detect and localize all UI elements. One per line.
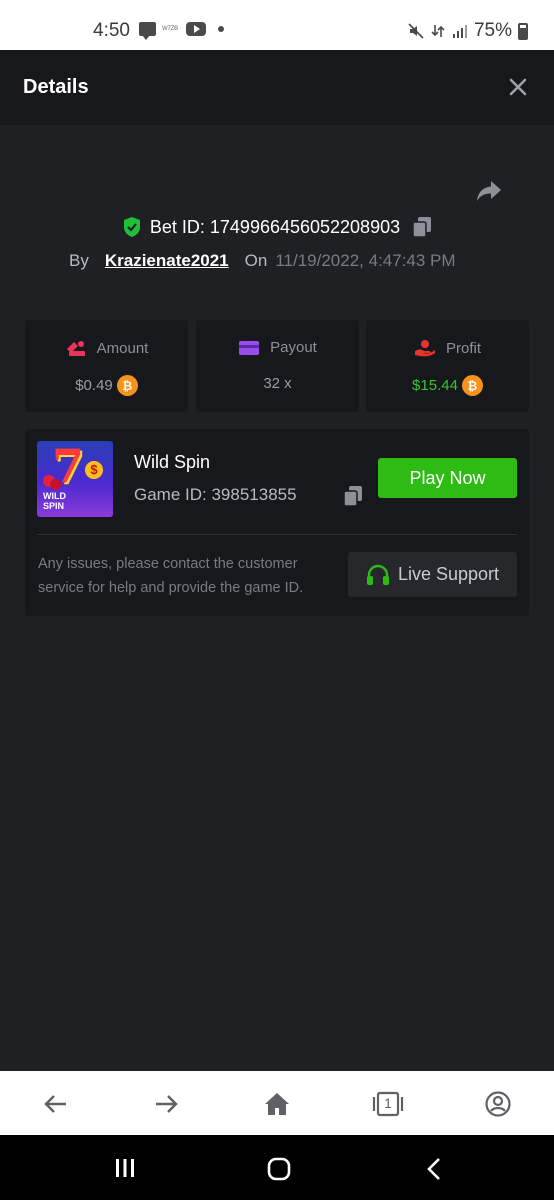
payout-value: 32 x xyxy=(263,375,292,392)
on-label: On xyxy=(244,251,268,270)
payout-card: Payout 32 x xyxy=(196,320,359,412)
profit-value-row: $15.44 ₿ xyxy=(366,375,529,396)
share-icon[interactable] xyxy=(475,178,503,204)
message-icon xyxy=(139,22,156,40)
tabs-button[interactable]: 1 xyxy=(372,1091,404,1117)
play-now-button[interactable]: Play Now xyxy=(378,458,517,498)
home-button-icon[interactable] xyxy=(267,1157,291,1181)
amount-value-row: $0.49 ₿ xyxy=(25,375,188,396)
bitcoin-icon: ₿ xyxy=(461,375,483,396)
thumbnail-logo: WILD SPIN xyxy=(43,491,66,511)
home-icon[interactable] xyxy=(264,1091,290,1117)
thumbnail-logo-line: SPIN xyxy=(43,501,65,511)
android-nav-bar xyxy=(0,1135,554,1200)
verified-shield-icon xyxy=(123,217,140,237)
bet-meta-row: By Krazienate2021 On 11/19/2022, 4:47:43… xyxy=(69,251,456,271)
amount-header: Amount xyxy=(25,339,188,357)
notification-small-label: W7ZB xyxy=(162,26,178,32)
payout-header: Payout xyxy=(196,339,359,356)
youtube-icon xyxy=(186,22,206,36)
game-thumbnail[interactable]: 7 $ WILD SPIN xyxy=(37,441,113,517)
amount-label: Amount xyxy=(96,339,149,357)
game-id: Game ID: 398513855 xyxy=(134,485,297,504)
bet-date: 11/19/2022, 4:47:43 PM xyxy=(275,251,456,270)
profit-hand-coin-icon xyxy=(414,340,435,357)
account-icon[interactable] xyxy=(485,1091,511,1117)
system-status-icons: 75% xyxy=(408,20,528,42)
more-notifications-dot-icon xyxy=(218,26,224,32)
thumbnail-dollar-icon: $ xyxy=(85,461,103,479)
status-time: 4:50 xyxy=(93,20,130,41)
close-icon[interactable] xyxy=(508,77,528,97)
amount-card: Amount $0.49 ₿ xyxy=(25,320,188,412)
bet-id: Bet ID: 1749966456052208903 xyxy=(149,216,401,237)
recent-apps-icon[interactable] xyxy=(114,1157,136,1179)
data-transfer-icon xyxy=(431,25,445,37)
divider xyxy=(37,534,517,535)
bitcoin-icon: ₿ xyxy=(116,375,138,396)
status-bar: 4:50 W7ZB 75% xyxy=(0,0,554,50)
thumbnail-cherry-icon xyxy=(50,479,61,490)
support-info-text: Any issues, please contact the customer … xyxy=(38,556,304,596)
payout-value-row: 32 x xyxy=(196,375,359,392)
copy-game-id-icon[interactable] xyxy=(343,485,363,507)
battery-icon xyxy=(518,22,528,40)
tab-count: 1 xyxy=(384,1095,392,1111)
page-title: Details xyxy=(23,76,89,98)
payout-card-icon xyxy=(239,340,260,355)
profit-card: Profit $15.44 ₿ xyxy=(366,320,529,412)
battery-percent: 75% xyxy=(473,20,512,41)
back-button-icon[interactable] xyxy=(426,1157,442,1181)
profit-header: Profit xyxy=(366,339,529,357)
thumbnail-logo-line: WILD xyxy=(43,491,66,501)
browser-toolbar: 1 xyxy=(0,1071,554,1135)
details-header: Details xyxy=(0,50,554,125)
live-support-label: Live Support xyxy=(397,564,500,584)
bet-id-row: Bet ID: 1749966456052208903 xyxy=(0,216,554,238)
notification-icons: W7ZB xyxy=(139,22,224,40)
headset-icon xyxy=(366,564,389,585)
copy-bet-id-icon[interactable] xyxy=(412,216,432,238)
amount-icon xyxy=(66,341,85,356)
amount-value: $0.49 xyxy=(75,377,113,394)
username-link[interactable]: Krazienate2021 xyxy=(105,251,229,271)
signal-icon xyxy=(452,25,467,38)
game-card: 7 $ WILD SPIN Wild Spin Game ID: 3985138… xyxy=(25,429,529,616)
live-support-button[interactable]: Live Support xyxy=(348,552,517,597)
forward-arrow-icon[interactable] xyxy=(153,1091,179,1117)
payout-label: Payout xyxy=(270,339,317,356)
profit-value: $15.44 xyxy=(412,377,458,394)
back-arrow-icon[interactable] xyxy=(43,1091,69,1117)
mute-icon xyxy=(408,23,424,39)
by-label: By xyxy=(69,251,89,270)
profit-label: Profit xyxy=(445,339,481,357)
game-name: Wild Spin xyxy=(134,452,211,472)
